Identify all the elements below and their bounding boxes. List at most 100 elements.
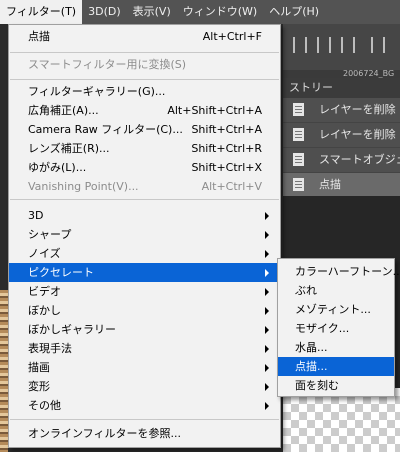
menu-item-convert-smart-filter[interactable]: スマートフィルター用に変換(S) — [9, 55, 280, 74]
submenu-item-mosaic[interactable]: モザイク... — [278, 319, 394, 338]
menu-item-shortcut: Alt+Shift+Ctrl+A — [167, 104, 262, 117]
menu-item-sharpen[interactable]: シャープ — [9, 225, 280, 244]
submenu-arrow-icon — [265, 212, 269, 220]
menu-item-label: ぼかしギャラリー — [28, 323, 116, 336]
history-row[interactable]: スマートオブジェクト — [283, 148, 400, 173]
history-document-icon — [293, 103, 304, 116]
submenu-arrow-icon — [265, 231, 269, 239]
menu-item-stylize[interactable]: 表現手法 — [9, 339, 280, 358]
options-toolbar — [283, 24, 400, 70]
menu-item-label: Vanishing Point(V)... — [28, 180, 139, 193]
menu-item-label: 変形 — [28, 380, 50, 393]
menu-separator — [10, 199, 279, 200]
menu-item-label: 広角補正(A)... — [28, 104, 99, 117]
menu-item-label: 面を刻む — [295, 379, 339, 392]
menu-item-blur-gallery[interactable]: ぼかしギャラリー — [9, 320, 280, 339]
menu-item-vanishing-point[interactable]: Vanishing Point(V)... Alt+Ctrl+V — [9, 177, 280, 196]
menu-help[interactable]: ヘルプ(H) — [263, 0, 325, 24]
menu-item-shortcut: Shift+Ctrl+R — [191, 142, 262, 155]
distribute-icon[interactable] — [371, 37, 385, 53]
submenu-arrow-icon — [265, 269, 269, 277]
menu-item-adaptive-wide-angle[interactable]: 広角補正(A)... Alt+Shift+Ctrl+A — [9, 101, 280, 120]
menu-item-label: 点描... — [295, 360, 328, 373]
align-left-icon[interactable] — [293, 37, 307, 53]
submenu-arrow-icon — [265, 250, 269, 258]
submenu-arrow-icon — [265, 364, 269, 372]
submenu-item-crystallize[interactable]: 水晶... — [278, 338, 394, 357]
history-document-icon — [293, 178, 304, 191]
menu-item-label: レンズ補正(R)... — [28, 142, 110, 155]
submenu-arrow-icon — [265, 288, 269, 296]
submenu-item-mezzotint[interactable]: メゾティント... — [278, 300, 394, 319]
menu-item-distort[interactable]: 変形 — [9, 377, 280, 396]
menu-view[interactable]: 表示(V) — [127, 0, 177, 24]
history-row-selected[interactable]: 点描 — [283, 173, 400, 198]
menu-bar: フィルター(T) 3D(D) 表示(V) ウィンドウ(W) ヘルプ(H) — [0, 0, 400, 24]
menu-item-label: シャープ — [28, 228, 72, 241]
menu-item-blur[interactable]: ぼかし — [9, 301, 280, 320]
history-row-label: スマートオブジェクト — [319, 153, 400, 166]
history-row[interactable]: レイヤーを削除 — [283, 98, 400, 123]
pixelate-submenu: カラーハーフトーン... ぶれ メゾティント... モザイク... 水晶... … — [277, 258, 400, 397]
menu-item-render[interactable]: 描画 — [9, 358, 280, 377]
menu-item-other[interactable]: その他 — [9, 396, 280, 415]
submenu-arrow-icon — [265, 326, 269, 334]
menu-item-pixelate[interactable]: ピクセレート — [9, 263, 280, 282]
menu-item-noise[interactable]: ノイズ — [9, 244, 280, 263]
menu-item-liquify[interactable]: ゆがみ(L)... Shift+Ctrl+X — [9, 158, 280, 177]
submenu-item-color-halftone[interactable]: カラーハーフトーン... — [278, 262, 400, 281]
menu-item-label: 描画 — [28, 361, 50, 374]
menu-item-shortcut: Shift+Ctrl+X — [191, 161, 262, 174]
menu-item-label: オンラインフィルターを参照... — [28, 427, 181, 440]
submenu-item-fragment[interactable]: ぶれ — [278, 281, 394, 300]
history-document-icon — [293, 153, 304, 166]
menu-item-label: Camera Raw フィルター(C)... — [28, 123, 183, 136]
menu-separator — [10, 52, 279, 53]
submenu-arrow-icon — [265, 383, 269, 391]
menu-item-lens-correction[interactable]: レンズ補正(R)... Shift+Ctrl+R — [9, 139, 280, 158]
menu-item-camera-raw[interactable]: Camera Raw フィルター(C)... Shift+Ctrl+A — [9, 120, 280, 139]
menu-item-label: 水晶... — [295, 341, 328, 354]
menu-item-3d[interactable]: 3D — [9, 206, 280, 225]
menu-item-browse-filters-online[interactable]: オンラインフィルターを参照... — [9, 424, 280, 443]
menu-item-label: 点描 — [28, 30, 50, 43]
history-document-icon — [293, 128, 304, 141]
menu-separator — [10, 79, 279, 80]
menu-item-shortcut: Alt+Ctrl+V — [201, 180, 262, 193]
submenu-arrow-icon — [265, 345, 269, 353]
menu-item-label: ぶれ — [295, 284, 317, 297]
menu-item-last-filter[interactable]: 点描 Alt+Ctrl+F — [9, 27, 280, 46]
menu-item-filter-gallery[interactable]: フィルターギャラリー(G)... — [9, 82, 280, 101]
menu-item-label: メゾティント... — [295, 303, 371, 316]
menu-item-label: ぼかし — [28, 304, 61, 317]
menu-item-label: ノイズ — [28, 247, 61, 260]
menu-3d[interactable]: 3D(D) — [82, 0, 127, 24]
align-right-icon[interactable] — [341, 37, 355, 53]
menu-item-label: 表現手法 — [28, 342, 72, 355]
menu-filter[interactable]: フィルター(T) — [0, 0, 83, 24]
menu-item-label: カラーハーフトーン... — [295, 265, 400, 278]
menu-item-label: モザイク... — [295, 322, 350, 335]
menu-window[interactable]: ウィンドウ(W) — [177, 0, 263, 24]
filter-menu: 点描 Alt+Ctrl+F スマートフィルター用に変換(S) フィルターギャラリ… — [8, 24, 281, 448]
history-row-label: レイヤーを削除 — [319, 128, 396, 141]
menu-item-label: ビデオ — [28, 285, 61, 298]
submenu-item-pointillize[interactable]: 点描... — [278, 357, 394, 376]
history-panel-title[interactable]: ストリー — [283, 78, 400, 98]
submenu-arrow-icon — [265, 402, 269, 410]
menu-item-video[interactable]: ビデオ — [9, 282, 280, 301]
history-row-label: レイヤーを削除 — [319, 103, 396, 116]
menu-item-label: その他 — [28, 399, 61, 412]
menu-separator — [10, 419, 279, 420]
history-row[interactable]: レイヤーを削除 — [283, 123, 400, 148]
menu-item-label: ピクセレート — [28, 266, 94, 279]
menu-item-label: ゆがみ(L)... — [28, 161, 87, 174]
menu-item-label: 3D — [28, 209, 44, 222]
menu-item-shortcut: Shift+Ctrl+A — [191, 123, 262, 136]
submenu-item-facet[interactable]: 面を刻む — [278, 376, 394, 395]
transparent-canvas — [283, 388, 400, 452]
document-tab[interactable]: 2006724_BG — [283, 70, 400, 78]
menu-item-shortcut: Alt+Ctrl+F — [202, 30, 262, 43]
align-center-icon[interactable] — [317, 37, 331, 53]
history-row-label: 点描 — [319, 178, 341, 191]
